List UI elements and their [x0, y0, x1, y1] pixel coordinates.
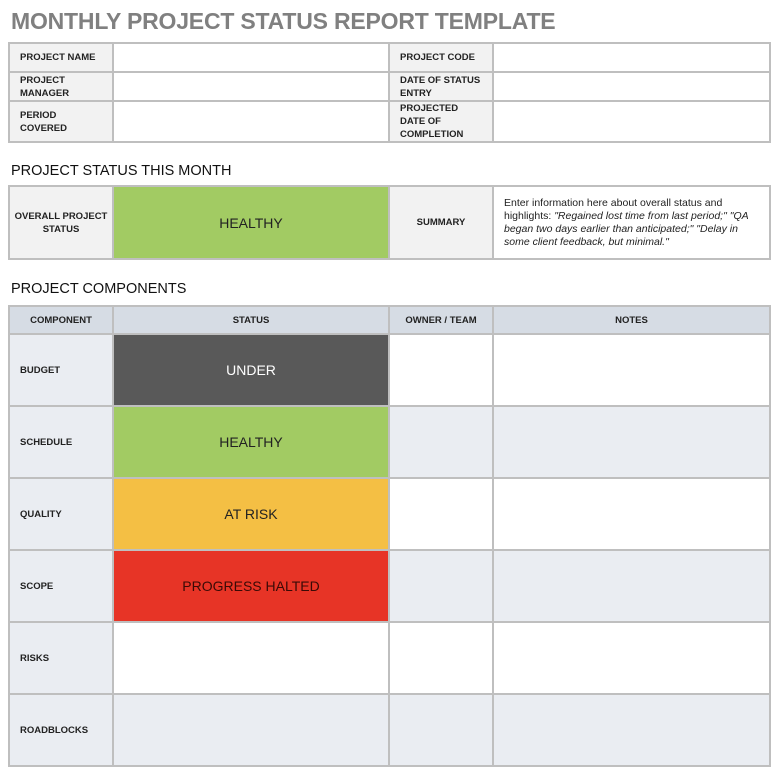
column-header-owner-team: OWNER / TEAM [388, 305, 494, 335]
component-name: RISKS [8, 621, 114, 695]
component-owner-cell[interactable] [388, 621, 494, 695]
project-components-table: COMPONENT STATUS OWNER / TEAM NOTES BUDG… [8, 305, 771, 767]
column-header-component: COMPONENT [8, 305, 114, 335]
project-status-table: OVERALL PROJECT STATUS HEALTHY SUMMARY E… [8, 185, 771, 260]
project-manager-field[interactable] [112, 71, 390, 102]
component-notes-cell[interactable] [492, 693, 771, 767]
component-owner-cell[interactable] [388, 549, 494, 623]
projected-completion-label: PROJECTED DATE OF COMPLETION [388, 100, 494, 143]
component-row-budget: BUDGET UNDER [8, 333, 771, 407]
project-name-field[interactable] [112, 42, 390, 73]
project-code-field[interactable] [492, 42, 771, 73]
component-owner-cell[interactable] [388, 405, 494, 479]
component-notes-cell[interactable] [492, 333, 771, 407]
components-header-row: COMPONENT STATUS OWNER / TEAM NOTES [8, 305, 771, 335]
info-row: PROJECT NAME PROJECT CODE [8, 42, 771, 73]
info-row: PERIOD COVERED PROJECTED DATE OF COMPLET… [8, 100, 771, 143]
component-status-cell[interactable]: HEALTHY [112, 405, 390, 479]
component-row-risks: RISKS [8, 621, 771, 695]
component-row-schedule: SCHEDULE HEALTHY [8, 405, 771, 479]
component-name: QUALITY [8, 477, 114, 551]
status-row: OVERALL PROJECT STATUS HEALTHY SUMMARY E… [8, 185, 771, 260]
project-name-label: PROJECT NAME [8, 42, 114, 73]
component-name: SCOPE [8, 549, 114, 623]
component-name: ROADBLOCKS [8, 693, 114, 767]
component-status-cell[interactable]: PROGRESS HALTED [112, 549, 390, 623]
project-components-heading: PROJECT COMPONENTS [11, 281, 187, 297]
column-header-status: STATUS [112, 305, 390, 335]
component-status-cell[interactable] [112, 693, 390, 767]
date-of-status-entry-field[interactable] [492, 71, 771, 102]
page-title: MONTHLY PROJECT STATUS REPORT TEMPLATE [11, 8, 556, 34]
component-row-scope: SCOPE PROGRESS HALTED [8, 549, 771, 623]
date-of-status-entry-label: DATE OF STATUS ENTRY [388, 71, 494, 102]
project-manager-label: PROJECT MANAGER [8, 71, 114, 102]
component-name: BUDGET [8, 333, 114, 407]
component-status-cell[interactable] [112, 621, 390, 695]
component-notes-cell[interactable] [492, 549, 771, 623]
component-owner-cell[interactable] [388, 693, 494, 767]
component-name: SCHEDULE [8, 405, 114, 479]
column-header-notes: NOTES [492, 305, 771, 335]
project-status-heading: PROJECT STATUS THIS MONTH [11, 163, 232, 179]
component-notes-cell[interactable] [492, 621, 771, 695]
info-row: PROJECT MANAGER DATE OF STATUS ENTRY [8, 71, 771, 102]
summary-field[interactable]: Enter information here about overall sta… [492, 185, 771, 260]
summary-label: SUMMARY [388, 185, 494, 260]
component-owner-cell[interactable] [388, 477, 494, 551]
component-row-roadblocks: ROADBLOCKS [8, 693, 771, 767]
component-notes-cell[interactable] [492, 477, 771, 551]
component-owner-cell[interactable] [388, 333, 494, 407]
component-row-quality: QUALITY AT RISK [8, 477, 771, 551]
project-code-label: PROJECT CODE [388, 42, 494, 73]
period-covered-label: PERIOD COVERED [8, 100, 114, 143]
component-notes-cell[interactable] [492, 405, 771, 479]
period-covered-field[interactable] [112, 100, 390, 143]
projected-completion-field[interactable] [492, 100, 771, 143]
component-status-cell[interactable]: AT RISK [112, 477, 390, 551]
project-info-table: PROJECT NAME PROJECT CODE PROJECT MANAGE… [8, 42, 771, 143]
component-status-cell[interactable]: UNDER [112, 333, 390, 407]
overall-status-label: OVERALL PROJECT STATUS [8, 185, 114, 260]
overall-status-value[interactable]: HEALTHY [112, 185, 390, 260]
